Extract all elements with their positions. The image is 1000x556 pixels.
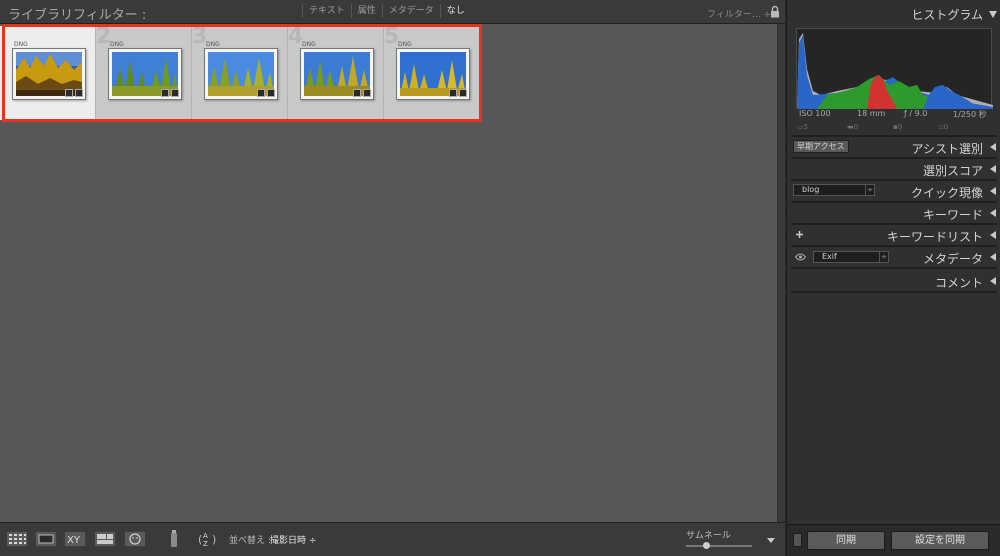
grid-view-icon[interactable] [6,531,28,547]
filter-preset-select[interactable]: フィルター… ÷ [707,7,771,20]
heal-count: 0 [853,123,859,131]
panel-divider [791,267,997,269]
thumbnail-size-label: サムネール [686,531,731,541]
heal-icon: ▬ [847,123,854,131]
expand-triangle-icon[interactable] [990,209,996,217]
collapse-triangle-icon[interactable] [989,11,997,18]
sort-select[interactable]: 撮影日時 ÷ [270,533,316,546]
histogram-panel-header[interactable]: ヒストグラム [787,2,1000,24]
loupe-view-icon[interactable] [35,531,57,547]
section-title: メタデータ [922,252,983,266]
section-title: キーワード [922,208,983,222]
shutter-value: 1/250 秒 [953,110,987,119]
thumbnail-slider-handle[interactable] [703,542,710,549]
svg-text:Z: Z [203,540,208,548]
section-title: クイック現像 [910,186,983,200]
filter-tab-metadata[interactable]: メタデータ [381,4,440,18]
quick-develop-panel-header[interactable]: クイック現像 [787,180,1000,202]
selection-highlight-box [2,24,482,122]
metadata-panel-header[interactable]: メタデータ [787,246,1000,268]
histogram-icon-row: ▬0 [847,123,858,131]
svg-text:XY: XY [67,535,81,546]
svg-text:): ) [212,533,216,546]
crop-icon: ▭ [797,123,804,131]
lock-icon[interactable] [770,5,780,18]
toolbar-menu-chevron-down-icon[interactable] [766,536,776,544]
compare-view-icon[interactable]: XY [64,531,86,547]
histogram-icon-row: ▪0 [893,123,902,131]
crop-count: 5 [803,123,809,131]
sync-button[interactable]: 同期 [807,531,885,550]
expand-triangle-icon[interactable] [990,187,996,195]
painter-spray-icon[interactable] [168,529,180,549]
select-score-panel-header[interactable]: 選別スコア [787,158,1000,180]
redeye-count: 0 [897,123,903,131]
auto-sync-switch[interactable] [793,533,802,547]
section-title: アシスト選別 [911,142,983,156]
section-title: コメント [934,276,983,290]
focal-length-value: 18 mm [857,109,886,118]
expand-triangle-icon[interactable] [990,231,996,239]
expand-triangle-icon[interactable] [990,277,996,285]
histogram-title: ヒストグラム [911,8,983,22]
panel-divider [791,291,997,293]
section-title: キーワードリスト [886,230,983,244]
keyword-list-panel-header[interactable]: キーワードリスト [787,224,1000,246]
filter-tab-text[interactable]: テキスト [302,4,351,18]
library-filter-bar: ライブラリフィルター : テキスト 属性 メタデータ なし フィルター… ÷ [0,0,785,24]
expand-triangle-icon[interactable] [990,143,996,151]
sort-direction-icon[interactable]: ( A Z ) [197,530,219,548]
svg-text:A: A [203,532,208,540]
survey-view-icon[interactable] [94,531,116,547]
histogram-graph [797,33,993,109]
filter-tab-attribute[interactable]: 属性 [350,4,382,18]
sync-settings-button[interactable]: 設定を同期 [891,531,989,550]
histogram-chart [796,28,993,109]
grid-scrollbar[interactable] [777,24,785,522]
iso-value: ISO 100 [799,109,831,118]
section-title: 選別スコア [922,164,983,178]
histogram-icon-row: ▭5 [797,123,808,131]
aperture-value: ƒ / 9.0 [904,109,928,118]
sync-bar: 同期 設定を同期 [787,524,1000,556]
comments-panel-header[interactable]: コメント [787,270,1000,292]
svg-text:(: ( [198,533,202,546]
people-view-icon[interactable] [124,531,146,547]
right-panel: ヒストグラム ISO 100 18 mm ƒ / 9.0 1/250 秒 ▭5 … [786,0,1000,556]
filter-tab-none[interactable]: なし [439,4,471,18]
brush-count: 0 [943,123,949,131]
expand-triangle-icon[interactable] [990,253,996,261]
filter-bar-title: ライブラリフィルター : [8,8,147,23]
lightroom-library: ライブラリフィルター : テキスト 属性 メタデータ なし フィルター… ÷ 1… [0,0,1000,556]
expand-triangle-icon[interactable] [990,165,996,173]
sort-label: 並べ替え : [229,536,271,546]
filter-tabs: テキスト 属性 メタデータ なし [302,4,471,18]
thumbnail-size-slider[interactable] [686,545,752,547]
assist-select-panel-header[interactable]: アシスト選別 [787,136,1000,158]
histogram-icon-row: ▫0 [939,123,948,131]
bottom-toolbar [0,522,785,556]
keyword-panel-header[interactable]: キーワード [787,202,1000,224]
